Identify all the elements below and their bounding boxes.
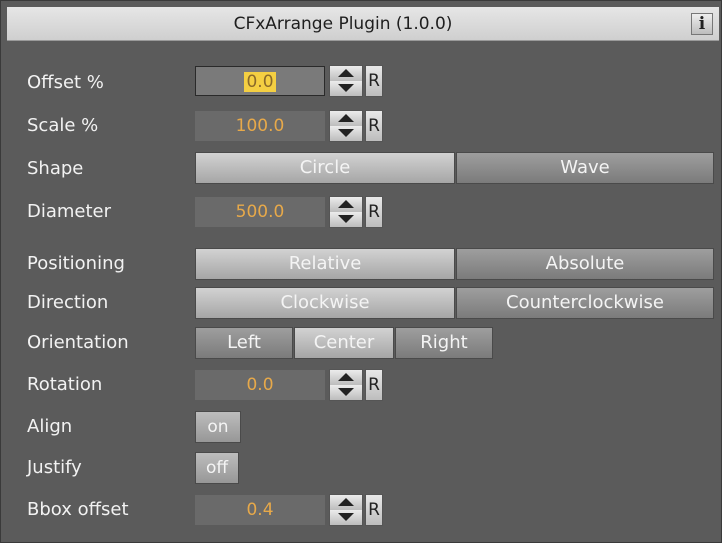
scale-input[interactable]: 100.0 [195, 111, 325, 141]
increment-icon[interactable] [330, 370, 362, 386]
shape-label: Shape [27, 158, 84, 179]
decrement-icon[interactable] [330, 385, 362, 400]
scale-label: Scale % [27, 115, 99, 136]
positioning-relative-button[interactable]: Relative [195, 248, 455, 280]
increment-icon[interactable] [330, 197, 362, 213]
diameter-reset-button[interactable]: R [365, 196, 383, 228]
rotation-input[interactable]: 0.0 [195, 370, 325, 400]
diameter-label: Diameter [27, 201, 112, 222]
orientation-center-button[interactable]: Center [294, 327, 394, 359]
decrement-icon[interactable] [330, 212, 362, 227]
direction-clockwise-button[interactable]: Clockwise [195, 287, 455, 319]
increment-icon[interactable] [330, 66, 362, 82]
bbox-offset-input[interactable]: 0.4 [195, 495, 325, 525]
rotation-label: Rotation [27, 374, 103, 395]
justify-toggle[interactable]: off [195, 452, 239, 484]
plugin-panel: CFxArrange Plugin (1.0.0) i Offset % 0.0… [0, 0, 722, 543]
decrement-icon[interactable] [330, 126, 362, 141]
diameter-input[interactable]: 500.0 [195, 197, 325, 227]
offset-reset-button[interactable]: R [365, 65, 383, 97]
direction-counterclockwise-button[interactable]: Counterclockwise [456, 287, 714, 319]
offset-value: 0.0 [244, 72, 276, 92]
direction-label: Direction [27, 292, 109, 313]
bbox-offset-reset-button[interactable]: R [365, 494, 383, 526]
offset-stepper[interactable] [329, 65, 363, 97]
shape-circle-button[interactable]: Circle [195, 152, 455, 184]
info-icon[interactable]: i [691, 13, 713, 35]
positioning-absolute-button[interactable]: Absolute [456, 248, 714, 280]
rotation-stepper[interactable] [329, 369, 363, 401]
increment-icon[interactable] [330, 495, 362, 511]
decrement-icon[interactable] [330, 510, 362, 525]
orientation-left-button[interactable]: Left [195, 327, 293, 359]
offset-label: Offset % [27, 72, 104, 93]
rotation-reset-button[interactable]: R [365, 369, 383, 401]
window-title: CFxArrange Plugin (1.0.0) [233, 14, 453, 34]
align-toggle[interactable]: on [195, 411, 241, 443]
justify-label: Justify [27, 457, 82, 478]
orientation-right-button[interactable]: Right [395, 327, 493, 359]
align-label: Align [27, 416, 73, 437]
decrement-icon[interactable] [330, 81, 362, 96]
positioning-label: Positioning [27, 253, 125, 274]
increment-icon[interactable] [330, 111, 362, 127]
orientation-label: Orientation [27, 332, 129, 353]
bbox-offset-stepper[interactable] [329, 494, 363, 526]
shape-wave-button[interactable]: Wave [456, 152, 714, 184]
title-bar: CFxArrange Plugin (1.0.0) i [7, 7, 719, 41]
diameter-stepper[interactable] [329, 196, 363, 228]
scale-reset-button[interactable]: R [365, 110, 383, 142]
scale-stepper[interactable] [329, 110, 363, 142]
offset-input[interactable]: 0.0 [195, 66, 325, 96]
bbox-offset-label: Bbox offset [27, 499, 129, 520]
